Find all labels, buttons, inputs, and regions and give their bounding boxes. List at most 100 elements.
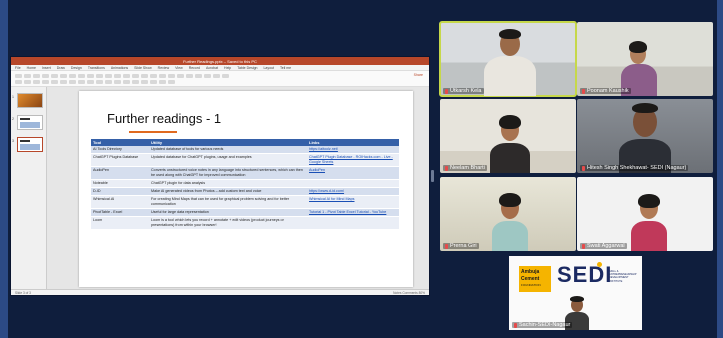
shared-screen: Further Readings.pptx – Saved to this PC…	[10, 56, 430, 296]
menu-transitions[interactable]: Transitions	[88, 66, 105, 70]
menu-review[interactable]: Review	[158, 66, 169, 70]
cell-link[interactable]	[307, 216, 399, 230]
participant-video	[617, 103, 673, 173]
thumb-number-3: 3	[12, 139, 14, 143]
cell-utility: Updated database of tools for various ne…	[149, 146, 307, 155]
menu-design[interactable]: Design	[71, 66, 82, 70]
cell-tool: AudioPen	[91, 166, 149, 180]
ppt-title-bar: Further Readings.pptx – Saved to this PC	[11, 57, 429, 65]
ribbon-tools-row	[15, 74, 425, 79]
cell-utility: Loom is a tool which lets you record + a…	[149, 216, 307, 230]
cell-link[interactable]	[307, 179, 399, 188]
menu-table-design[interactable]: Table Design	[237, 66, 257, 70]
cell-link[interactable]: Whimsical AI for Mind Maps	[307, 195, 399, 209]
video-tile-swati-aggarwal[interactable]: Swati Aggarwal	[577, 177, 713, 251]
slide-thumbnail-3[interactable]	[17, 137, 43, 152]
ribbon-tools-row-2	[15, 80, 425, 85]
muted-mic-icon	[582, 243, 585, 249]
video-tile-neelam-bharti[interactable]: Neelam Bharti	[440, 99, 576, 173]
cell-tool: AI Tools Directory	[91, 146, 149, 155]
status-slide-count: Slide 3 of 3	[15, 290, 31, 295]
participant-video	[629, 193, 669, 251]
status-zoom[interactable]: Notes Comments 80%	[393, 291, 425, 295]
participant-name-tag: Hitesh Singh Shekhawat- SEDI (Nagaur)	[580, 165, 689, 171]
ppt-ribbon: Share	[11, 71, 429, 87]
table-row: ChatGPT Plugins Database Updated databas…	[91, 153, 399, 167]
slide-thumbnail-1[interactable]	[17, 93, 43, 108]
muted-mic-icon	[582, 165, 585, 171]
participant-name-tag: Swati Aggarwal	[580, 243, 627, 249]
ppt-status-bar: Slide 3 of 3 Notes Comments 80%	[11, 289, 429, 295]
ppt-editor: 1 2 3 Further readings - 1 Tool Utility …	[11, 87, 429, 289]
menu-slide-show[interactable]: Slide Show	[134, 66, 152, 70]
share-button[interactable]: Share	[414, 73, 423, 77]
participant-name: Poonam Kaushik	[587, 88, 629, 94]
cell-utility: For creating Mind Maps that can be used …	[149, 195, 307, 209]
menu-record[interactable]: Record	[189, 66, 200, 70]
video-tile-poonam-kaushik[interactable]: Poonam Kaushik	[577, 22, 713, 96]
menu-layout[interactable]: Layout	[263, 66, 274, 70]
column-header-tool: Tool	[91, 139, 149, 146]
window-frame-left	[0, 0, 8, 338]
menu-file[interactable]: File	[15, 66, 21, 70]
ambuja-cement-logo: Ambuja Cement FOUNDATION	[519, 266, 551, 292]
sedi-logo-text: SEDI	[557, 262, 613, 287]
logo-text-ambuja: Ambuja	[521, 269, 540, 275]
video-tile-utkarsh-kela[interactable]: Utkarsh Kela	[439, 21, 577, 97]
participant-name-tag: Neelam Bharti	[443, 165, 487, 171]
cell-link[interactable]: https://www.d-id.com/	[307, 187, 399, 197]
column-header-links: Links	[307, 139, 399, 146]
cell-link[interactable]: https://aitoolz.net/	[307, 146, 399, 155]
cell-utility: Useful for large data representation	[149, 208, 307, 218]
menu-view[interactable]: View	[175, 66, 183, 70]
table-row: D-ID Make AI generated videos from Photo…	[91, 187, 399, 197]
table-row: AI Tools Directory Updated database of t…	[91, 146, 399, 155]
menu-acrobat[interactable]: Acrobat	[206, 66, 218, 70]
title-accent-bar	[129, 131, 177, 133]
muted-mic-icon	[445, 88, 448, 94]
participant-name-tag: Poonam Kaushik	[580, 88, 631, 94]
menu-tell-me[interactable]: Tell me	[280, 66, 291, 70]
sedi-logo-dot	[597, 262, 602, 267]
menu-insert[interactable]: Insert	[42, 66, 51, 70]
cell-link[interactable]: Tutorial 1 - Pivot Table Excel Tutorial …	[307, 208, 399, 218]
thumb-number-2: 2	[12, 117, 14, 121]
slide-thumbnail-pane: 1 2 3	[11, 87, 47, 289]
participant-name: Prerna Giri	[450, 243, 477, 249]
participant-name-tag: Utkarsh Kela	[443, 88, 484, 94]
table-row: Whimsical.AI For creating Mind Maps that…	[91, 195, 399, 209]
cell-tool: Noteable	[91, 179, 149, 188]
cell-tool: Whimsical.AI	[91, 195, 149, 209]
participant-video	[490, 191, 530, 251]
sedi-logo-subtitle: SKILL & ENTREPRENEURSHIP DEVELOPMENT INS…	[609, 270, 637, 283]
participant-name: Utkarsh Kela	[450, 88, 482, 94]
participant-video	[480, 28, 540, 96]
cell-utility: Updated database for ChatGPT plugins, us…	[149, 153, 307, 167]
participant-name-tag: Sachin-SEDI-Nagaur	[512, 322, 573, 328]
split-view-handle[interactable]	[431, 170, 434, 182]
table-row: Noteable ChatGPT plugin for data analysi…	[91, 179, 399, 188]
slide-title: Further readings - 1	[107, 111, 222, 126]
thumb-number-1: 1	[12, 95, 14, 99]
table-row: PivotTable - Excel Useful for large data…	[91, 208, 399, 218]
menu-draw[interactable]: Draw	[57, 66, 65, 70]
participant-video	[488, 113, 532, 173]
slide-canvas[interactable]: Further readings - 1 Tool Utility Links …	[79, 91, 413, 287]
slide-thumbnail-2[interactable]	[17, 115, 43, 130]
cell-utility: Make AI generated videos from Photos – a…	[149, 187, 307, 197]
cell-link[interactable]: ChatGPT Plugin Database - ROIHacks.com -…	[307, 153, 399, 167]
cell-link[interactable]: AudioPen	[307, 166, 399, 180]
logo-text-foundation: FOUNDATION	[521, 283, 541, 287]
cell-utility: ChatGPT plugin for data analysis	[149, 179, 307, 188]
video-tile-sachin-sedi-nagaur[interactable]: Ambuja Cement FOUNDATION SEDI SKILL & EN…	[509, 256, 642, 330]
cell-utility: Converts unstructured voice notes in any…	[149, 166, 307, 180]
muted-mic-icon	[582, 88, 585, 94]
video-tile-hitesh-singh-shekhawat[interactable]: Hitesh Singh Shekhawat- SEDI (Nagaur)	[577, 99, 713, 173]
participant-name: Swati Aggarwal	[587, 243, 625, 249]
video-tile-prerna-giri[interactable]: Prerna Giri	[440, 177, 576, 251]
cell-tool: Loom	[91, 216, 149, 230]
menu-help[interactable]: Help	[224, 66, 231, 70]
menu-animations[interactable]: Animations	[111, 66, 128, 70]
menu-home[interactable]: Home	[27, 66, 36, 70]
column-header-utility: Utility	[149, 139, 307, 146]
